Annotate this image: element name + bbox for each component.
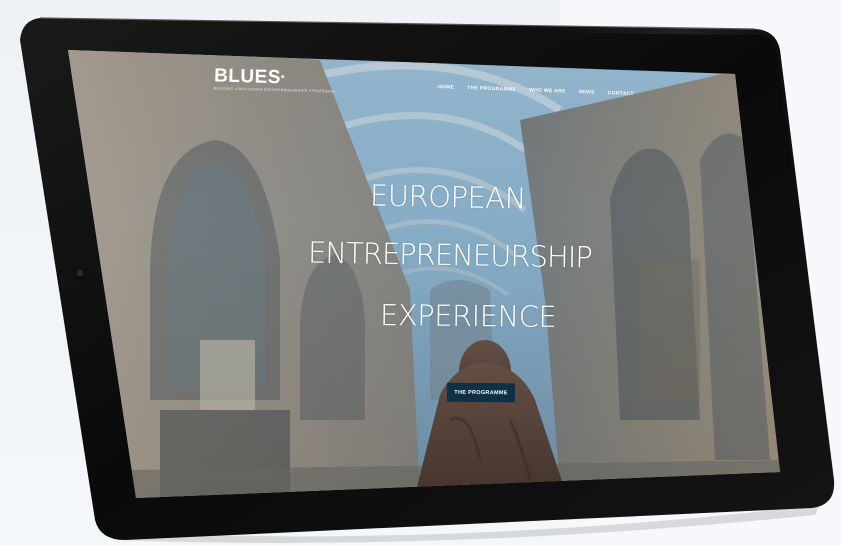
the-programme-button[interactable]: THE PROGRAMME — [446, 382, 516, 403]
logo-text: BLUES — [213, 65, 282, 89]
tablet-device: BLUES* BUILDING LINKS UNDER ENTREPRENEUR… — [0, 0, 841, 545]
nav-contact[interactable]: CONTACT — [608, 90, 634, 97]
nav-home[interactable]: HOME — [438, 84, 454, 91]
hero-headline-line-1: EUROPEAN — [369, 178, 527, 216]
mockup-stage: BLUES* BUILDING LINKS UNDER ENTREPRENEUR… — [0, 0, 841, 545]
nav-news[interactable]: NEWS — [578, 89, 594, 96]
camera-dot-icon — [77, 270, 83, 276]
hero-headline-line-2: ENTREPRENEURSHIP — [307, 235, 593, 275]
nav-who-we-are[interactable]: WHO WE ARE — [529, 87, 566, 94]
hero-headline-line-3: EXPERIENCE — [379, 298, 557, 334]
site-logo[interactable]: BLUES* BUILDING LINKS UNDER ENTREPRENEUR… — [213, 65, 336, 94]
logo-star-mark: * — [280, 73, 286, 84]
